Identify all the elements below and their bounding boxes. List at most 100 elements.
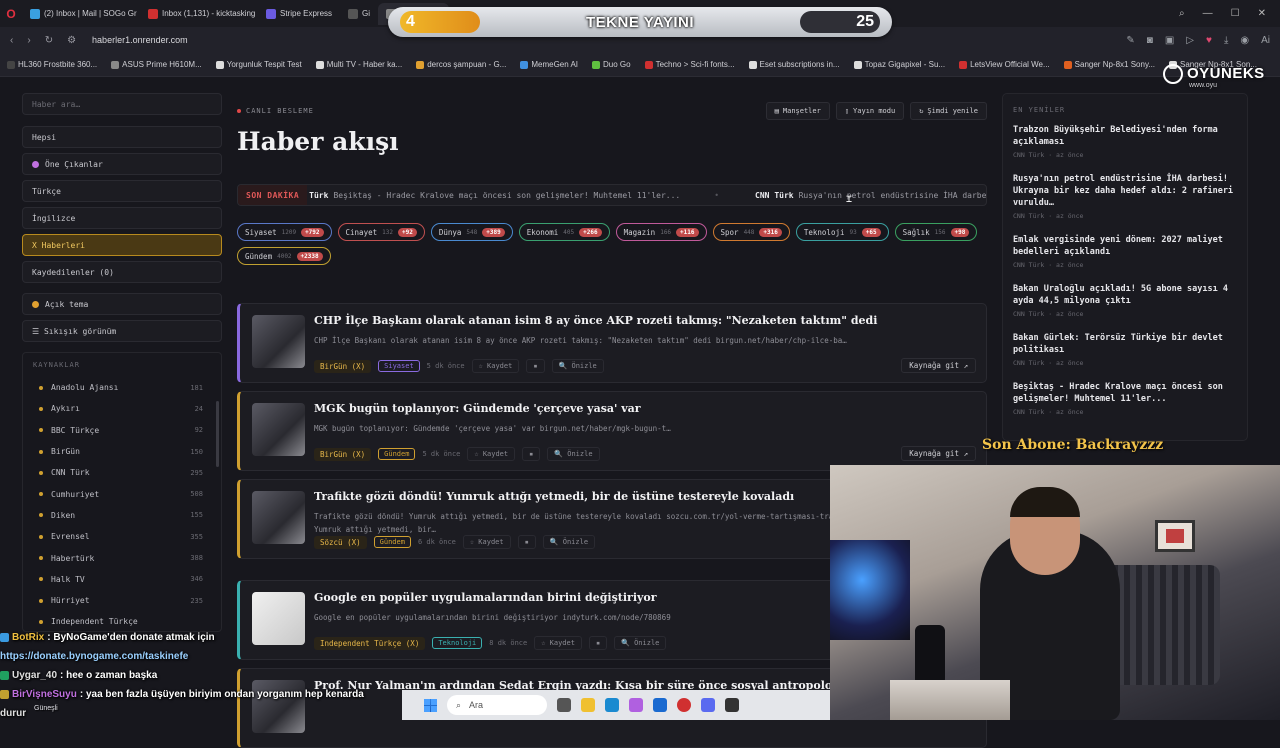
bookmark-item[interactable]: Topaz Gigapixel - Su... [847, 60, 952, 69]
source-item[interactable]: BirGün 150 [33, 441, 211, 462]
news-source-badge[interactable]: Sözcü (X) [314, 535, 367, 549]
reload-icon[interactable]: ↻ [45, 35, 53, 46]
sidebar-filter[interactable]: İngilizce [22, 207, 222, 229]
source-item[interactable]: Cumhuriyet 508 [33, 483, 211, 504]
news-title[interactable]: CHP İlçe Başkanı olarak atanan isim 8 ay… [314, 314, 877, 327]
news-category-tag[interactable]: Siyaset [378, 360, 420, 372]
play-icon[interactable]: ▷ [1186, 35, 1194, 46]
news-category-tag[interactable]: Teknoloji [432, 637, 483, 649]
browser-tab[interactable]: Gi [340, 3, 378, 25]
sidebar-filter[interactable]: Öne Çıkanlar [22, 153, 222, 175]
save-button[interactable]: ☆ Kaydet [462, 535, 511, 549]
save-button[interactable]: ☆ Kaydet [467, 447, 516, 461]
latest-news-title[interactable]: Rusya'nın petrol endüstrisine İHA darbes… [1013, 173, 1237, 209]
maximize-icon[interactable]: ☐ [1231, 8, 1240, 19]
opera-logo-icon[interactable]: O [0, 7, 22, 21]
back-icon[interactable]: ‹ [10, 35, 13, 46]
edit-icon[interactable]: ✎ [1126, 35, 1134, 46]
headlines-button[interactable]: ▤ Manşetler [765, 102, 830, 120]
bookmark-item[interactable]: Eset subscriptions in... [742, 60, 847, 69]
browser-tab[interactable]: Stripe Express [258, 3, 340, 25]
edge-icon[interactable] [605, 698, 619, 712]
go-to-source-button[interactable]: Kaynağa git ↗ [901, 358, 976, 373]
bookmark-item[interactable]: MemeGen AI [513, 60, 585, 69]
category-chip[interactable]: Siyaset 1209 +792 [237, 223, 332, 241]
preview-button[interactable]: 🔍 Önizle [547, 447, 600, 461]
compact-view-button[interactable]: ☰ Sıkışık görünüm [22, 320, 222, 342]
minimize-icon[interactable]: — [1203, 8, 1213, 19]
news-title[interactable]: MGK bugün toplanıyor: Gündemde 'çerçeve … [314, 402, 641, 415]
source-item[interactable]: Anadolu Ajansı 181 [33, 377, 211, 398]
bookmark-item[interactable]: Yorgunluk Tespit Test [209, 60, 309, 69]
category-chip[interactable]: Gündem 4002 +2338 [237, 247, 331, 265]
category-chip[interactable]: Cinayet 132 +92 [337, 223, 425, 241]
bookmark-item[interactable]: Sanger Np-8x1 Sony... [1057, 60, 1162, 69]
source-item[interactable]: Habertürk 388 [33, 547, 211, 568]
bookmark-item[interactable]: Duo Go [585, 60, 638, 69]
sidebar-filter[interactable]: X Haberleri [22, 234, 222, 256]
wallet-icon[interactable]: ▣ [1165, 35, 1174, 46]
category-chip[interactable]: Sağlık 156 +98 [894, 223, 978, 241]
bookmark-item[interactable]: LetsView Official We... [952, 60, 1057, 69]
source-item[interactable]: Diken 155 [33, 505, 211, 526]
news-thumbnail[interactable] [252, 315, 305, 368]
app-icon[interactable] [725, 698, 739, 712]
refresh-button[interactable]: ↻ Şimdi yenile [910, 102, 987, 120]
store-icon[interactable] [653, 698, 667, 712]
latest-news-item[interactable]: Rusya'nın petrol endüstrisine İHA darbes… [1013, 173, 1237, 220]
category-chip[interactable]: Spor 448 +316 [712, 223, 790, 241]
news-thumbnail[interactable] [252, 491, 305, 544]
breaking-news-ticker[interactable]: SON DAKİKA Türk Beşiktaş - Hradec Kralov… [237, 184, 987, 206]
news-category-tag[interactable]: Gündem [378, 448, 416, 460]
sidebar-filter[interactable]: Kaydedilenler (0) [22, 261, 222, 283]
share-icon[interactable]: ▪ [588, 636, 608, 650]
browser-tab[interactable]: Inbox (1,131) - kicktasking [140, 3, 258, 25]
latest-news-item[interactable]: Trabzon Büyükşehir Belediyesi'nden forma… [1013, 124, 1237, 159]
taskbar-search[interactable]: ⌕ Ara [447, 695, 547, 715]
news-card[interactable]: CHP İlçe Başkanı olarak atanan isim 8 ay… [237, 303, 987, 383]
latest-news-title[interactable]: Trabzon Büyükşehir Belediyesi'nden forma… [1013, 124, 1237, 148]
news-thumbnail[interactable] [252, 403, 305, 456]
preview-button[interactable]: 🔍 Önizle [542, 535, 596, 549]
source-item[interactable]: Aykırı 24 [33, 398, 211, 419]
weather-widget[interactable]: Güneşli [34, 705, 58, 712]
category-chip[interactable]: Dünya 548 +389 [430, 223, 513, 241]
latest-news-title[interactable]: Bakan Gürlek: Terörsüz Türkiye bir devle… [1013, 332, 1237, 356]
news-card[interactable]: MGK bugün toplanıyor: Gündemde 'çerçeve … [237, 391, 987, 471]
copilot-icon[interactable] [629, 698, 643, 712]
news-title[interactable]: Google en popüler uygulamalarından birin… [314, 591, 657, 604]
bookmark-item[interactable]: ASUS Prime H610M... [104, 60, 209, 69]
news-title[interactable]: Trafikte gözü döndü! Yumruk attığı yetme… [314, 490, 794, 503]
site-info-icon[interactable]: ⚙ [67, 35, 76, 46]
download-icon[interactable]: ⤓ [1224, 35, 1228, 46]
close-icon[interactable]: ✕ [1258, 8, 1266, 19]
latest-news-title[interactable]: Bakan Uraloğlu açıkladı! 5G abone sayısı… [1013, 283, 1237, 307]
news-category-tag[interactable]: Gündem [373, 536, 411, 548]
bookmark-item[interactable]: Multi TV - Haber ka... [309, 60, 409, 69]
share-icon[interactable]: ▪ [517, 535, 536, 549]
discord-icon[interactable] [701, 698, 715, 712]
share-icon[interactable]: ▪ [526, 359, 545, 373]
profile-icon[interactable]: ◉ [1240, 35, 1249, 46]
source-item[interactable]: Hürriyet 235 [33, 590, 211, 611]
camera-icon[interactable]: ◙ [1147, 35, 1153, 46]
category-chip[interactable]: Ekonomi 405 +266 [518, 223, 610, 241]
bookmark-item[interactable]: Techno > Sci-fi fonts... [638, 60, 742, 69]
latest-news-title[interactable]: Emlak vergisinde yeni dönem: 2027 maliye… [1013, 234, 1237, 258]
bookmark-item[interactable]: HL360 Frostbite 360... [0, 60, 104, 69]
latest-news-item[interactable]: Emlak vergisinde yeni dönem: 2027 maliye… [1013, 234, 1237, 269]
heart-icon[interactable]: ♥ [1206, 35, 1212, 46]
search-input[interactable]: Haber ara… [22, 93, 222, 115]
task-view-icon[interactable] [557, 698, 571, 712]
windows-start-icon[interactable] [424, 698, 437, 712]
forward-icon[interactable]: › [27, 35, 30, 46]
latest-news-item[interactable]: Bakan Uraloğlu açıkladı! 5G abone sayısı… [1013, 283, 1237, 318]
latest-news-item[interactable]: Beşiktaş - Hradec Kralove maçı öncesi so… [1013, 381, 1237, 416]
source-item[interactable]: Halk TV 346 [33, 569, 211, 590]
go-to-source-button[interactable]: Kaynağa git ↗ [901, 446, 976, 461]
file-explorer-icon[interactable] [581, 698, 595, 712]
category-chip[interactable]: Teknoloji 93 +65 [795, 223, 889, 241]
preview-button[interactable]: 🔍 Önizle [614, 636, 667, 650]
latest-news-item[interactable]: Bakan Gürlek: Terörsüz Türkiye bir devle… [1013, 332, 1237, 367]
save-button[interactable]: ☆ Kaydet [534, 636, 582, 650]
